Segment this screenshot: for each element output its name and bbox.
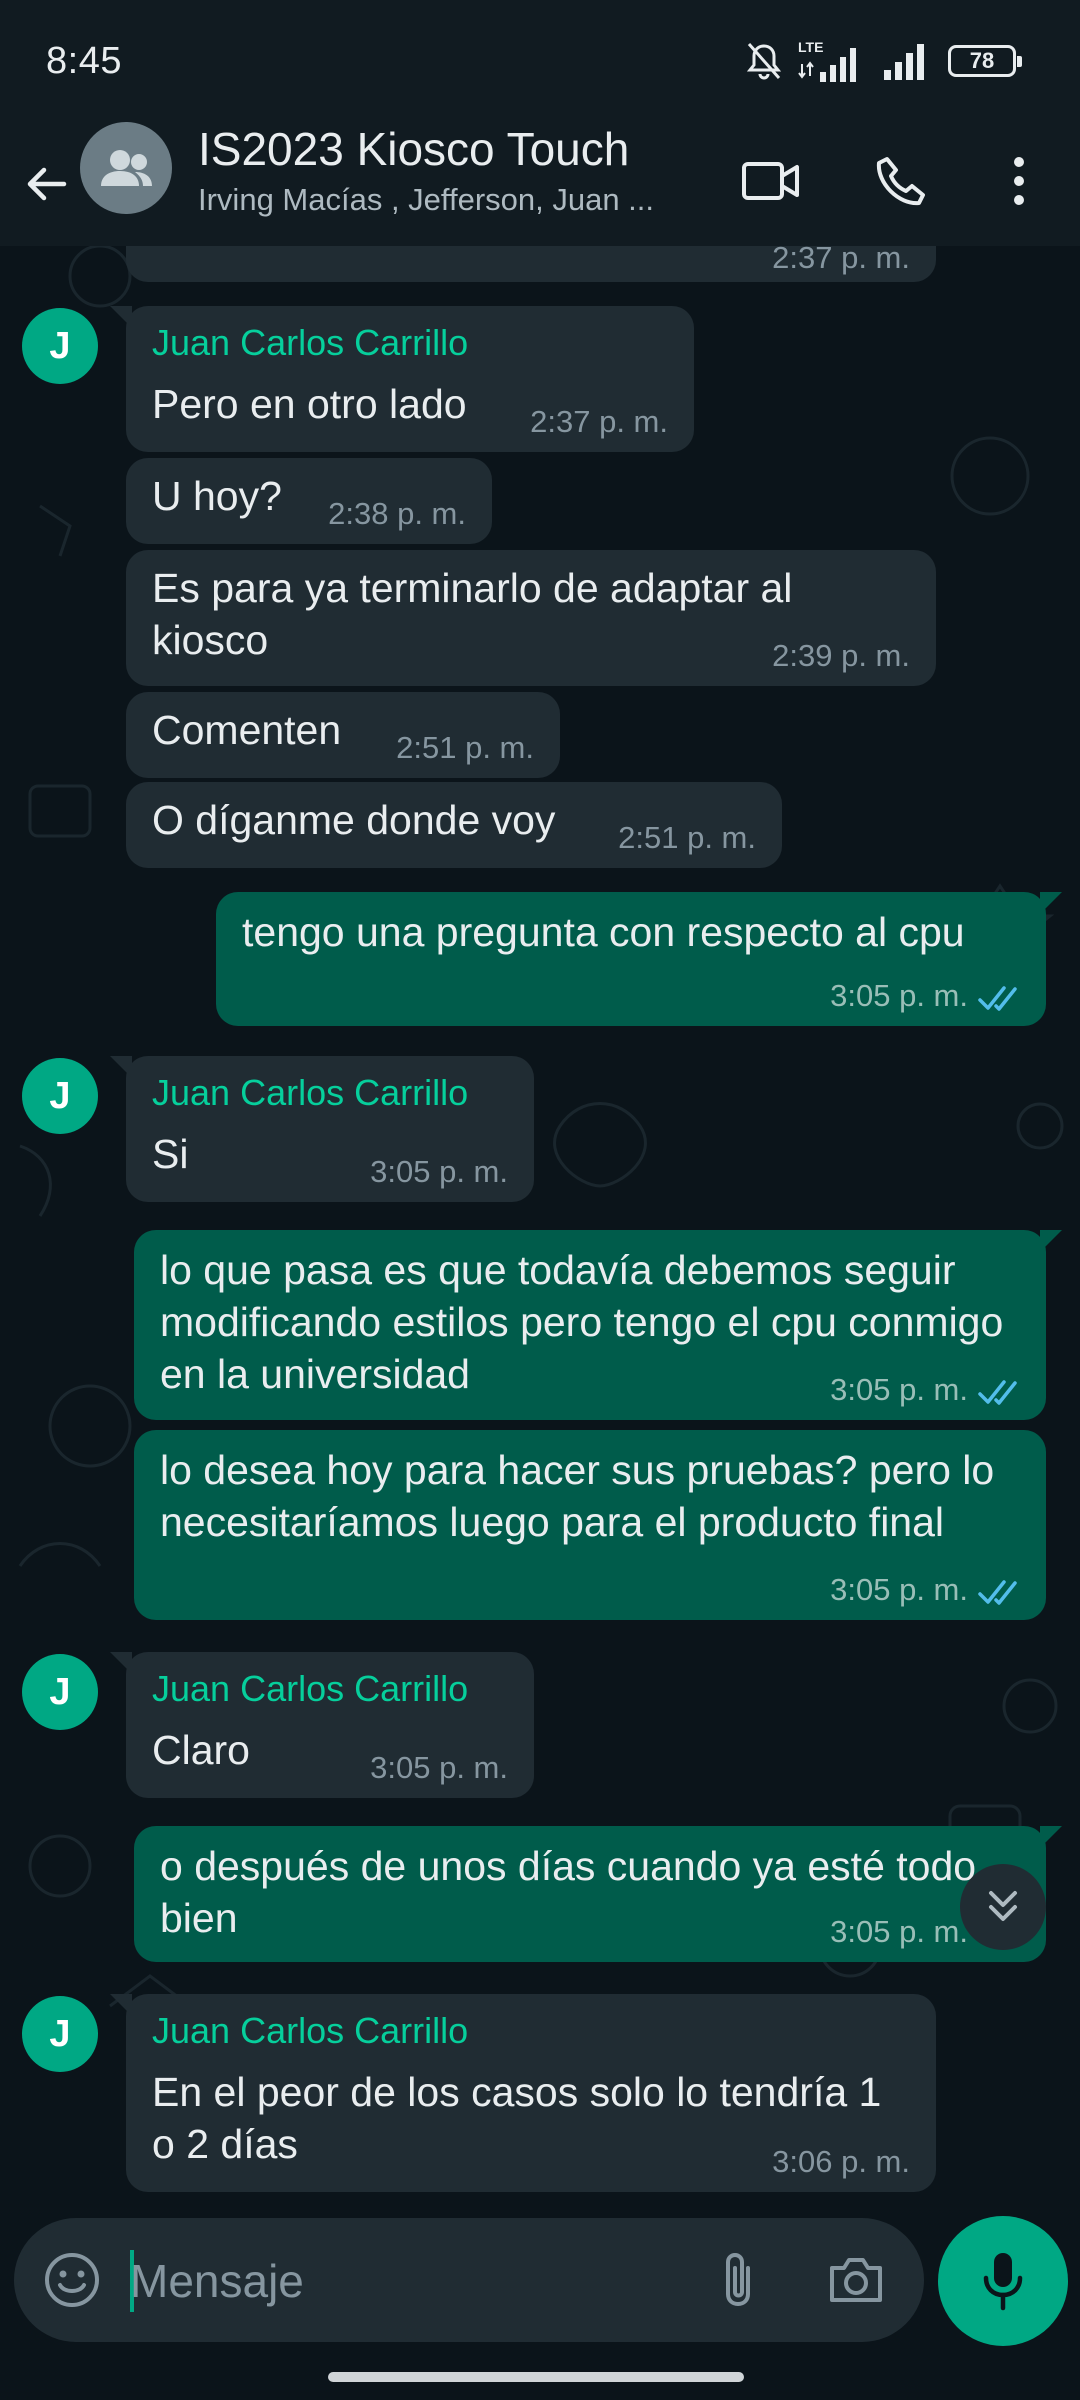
- sender-avatar[interactable]: J: [22, 308, 98, 384]
- scroll-to-bottom-button[interactable]: [960, 1864, 1046, 1950]
- chat-title: IS2023 Kiosco Touch: [198, 123, 630, 175]
- status-icons: LTE 78: [744, 36, 1022, 86]
- message-time: 2:39 p. m.: [772, 638, 910, 673]
- double-chevron-down-icon: [989, 1891, 1017, 1921]
- read-receipt-icon: [978, 1380, 1017, 1405]
- message-placeholder: Mensaje: [130, 2255, 304, 2307]
- message-time: 3:05 p. m.: [370, 1154, 508, 1189]
- status-bar: 8:45 LTE 78: [0, 0, 1080, 122]
- mute-bell-icon: [744, 40, 784, 82]
- group-avatar-icon: [101, 150, 152, 186]
- message-bubble-incoming[interactable]: Juan Carlos Carrillo En el peor de los c…: [110, 1994, 936, 2192]
- message-text: Si: [152, 1131, 189, 1177]
- sender-name[interactable]: Juan Carlos Carrillo: [152, 1668, 468, 1710]
- home-indicator[interactable]: [328, 2372, 744, 2382]
- sender-avatar[interactable]: J: [22, 1996, 98, 2072]
- voice-call-button[interactable]: [856, 136, 946, 226]
- lte-signal-icon: LTE: [798, 38, 868, 84]
- message-bubble-incoming[interactable]: Comenten 2:51 p. m.: [126, 692, 560, 778]
- message-time: 2:51 p. m.: [618, 820, 756, 855]
- message-time: 2:51 p. m.: [396, 730, 534, 765]
- message-time: 3:05 p. m.: [830, 978, 968, 1013]
- message-bubble-incoming[interactable]: Juan Carlos Carrillo Pero en otro lado 2…: [110, 306, 694, 452]
- chat-messages-area[interactable]: 2:37 p. m. J Juan Carlos Carrillo Pero e…: [0, 246, 1080, 2216]
- sender-name[interactable]: Juan Carlos Carrillo: [152, 322, 468, 364]
- battery-level: 78: [969, 48, 995, 73]
- chat-screen: 8:45 LTE 78 IS2023 Kiosco Touch Irving M…: [0, 0, 1080, 2400]
- phone-icon: [876, 157, 925, 206]
- network-label: LTE: [798, 39, 823, 55]
- camera-button[interactable]: [822, 2246, 890, 2314]
- message-bubble-incoming[interactable]: O díganme donde voy 2:51 p. m.: [126, 782, 782, 868]
- message-text: U hoy?: [152, 473, 282, 519]
- message-bubble-incoming[interactable]: Juan Carlos Carrillo Claro 3:05 p. m.: [110, 1652, 534, 1798]
- composer-bar: Mensaje: [0, 2216, 1080, 2346]
- message-bubble-incoming[interactable]: U hoy? 2:38 p. m.: [126, 458, 492, 544]
- message-text: Claro: [152, 1727, 250, 1773]
- back-arrow-icon: [27, 167, 67, 201]
- camera-icon: [830, 2258, 882, 2302]
- video-call-icon: [742, 162, 799, 200]
- emoji-button[interactable]: [38, 2246, 106, 2314]
- signal-icon: [882, 40, 934, 82]
- sender-name[interactable]: Juan Carlos Carrillo: [152, 1072, 468, 1114]
- sender-avatar[interactable]: J: [22, 1654, 98, 1730]
- message-time: 3:05 p. m.: [370, 1750, 508, 1785]
- status-time: 8:45: [46, 40, 122, 82]
- message-bubble-incoming[interactable]: 2:37 p. m.: [126, 246, 936, 282]
- group-avatar[interactable]: [80, 122, 172, 214]
- message-text: Es para ya terminarlo de adaptar al kios…: [152, 565, 793, 663]
- message-text: lo desea hoy para hacer sus pruebas? per…: [160, 1447, 995, 1545]
- read-receipt-icon: [978, 1580, 1017, 1605]
- message-time: 3:05 p. m.: [830, 1372, 968, 1407]
- message-bubble-incoming[interactable]: Es para ya terminarlo de adaptar al kios…: [126, 550, 936, 686]
- message-time: 3:05 p. m.: [830, 1914, 968, 1949]
- message-text: Pero en otro lado: [152, 381, 467, 427]
- message-time: 3:06 p. m.: [772, 2144, 910, 2179]
- message-bubble-incoming[interactable]: Juan Carlos Carrillo Si 3:05 p. m.: [110, 1056, 534, 1202]
- read-receipt-icon: [978, 986, 1017, 1011]
- message-time: 2:37 p. m.: [530, 404, 668, 439]
- message-text: tengo una pregunta con respecto al cpu: [242, 909, 965, 955]
- attach-icon: [726, 2252, 750, 2307]
- message-bubble-outgoing[interactable]: lo que pasa es que todavía debemos segui…: [134, 1230, 1062, 1420]
- more-vertical-icon: [1014, 157, 1024, 205]
- back-button[interactable]: [14, 144, 78, 224]
- message-input[interactable]: Mensaje: [14, 2218, 924, 2342]
- chat-header: IS2023 Kiosco Touch Irving Macías , Jeff…: [0, 122, 1080, 246]
- more-options-button[interactable]: [974, 136, 1064, 226]
- emoji-icon: [45, 2253, 99, 2307]
- attach-button[interactable]: [704, 2246, 772, 2314]
- message-time: 3:05 p. m.: [830, 1572, 968, 1607]
- voice-message-button[interactable]: [938, 2216, 1068, 2346]
- message-text: Comenten: [152, 707, 342, 753]
- message-time: 2:38 p. m.: [328, 496, 466, 531]
- mic-icon: [983, 2253, 1023, 2311]
- video-call-button[interactable]: [726, 136, 816, 226]
- system-navigation-bar: [0, 2346, 1080, 2400]
- message-bubble-outgoing[interactable]: lo desea hoy para hacer sus pruebas? per…: [134, 1430, 1046, 1620]
- message-bubble-outgoing[interactable]: tengo una pregunta con respecto al cpu 3…: [216, 892, 1062, 1026]
- battery-icon: 78: [948, 45, 1022, 77]
- message-text: O díganme donde voy: [152, 797, 556, 843]
- message-time: 2:37 p. m.: [772, 246, 910, 275]
- sender-name[interactable]: Juan Carlos Carrillo: [152, 2010, 468, 2052]
- chat-title-area[interactable]: IS2023 Kiosco Touch Irving Macías , Jeff…: [198, 122, 718, 220]
- chat-participants: Irving Macías , Jefferson, Juan ...: [198, 182, 655, 217]
- sender-avatar[interactable]: J: [22, 1058, 98, 1134]
- message-bubble-outgoing[interactable]: o después de unos días cuando ya esté to…: [134, 1826, 1062, 1962]
